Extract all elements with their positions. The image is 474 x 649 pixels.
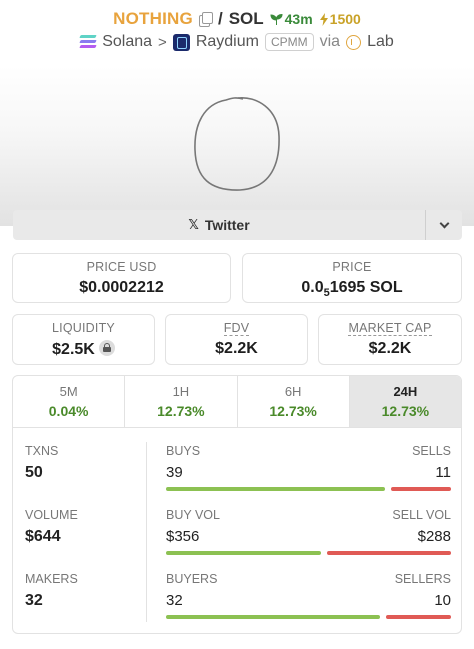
twitter-button[interactable]: 𝕏 Twitter — [13, 210, 425, 240]
makers-value: 32 — [25, 592, 43, 609]
age-value: 43m — [284, 11, 313, 27]
pool-type-chip: CPMM — [264, 33, 314, 51]
lightning-icon — [319, 12, 328, 26]
buy-bar — [166, 487, 386, 491]
launchpad-link[interactable]: Lab — [367, 33, 394, 51]
tab-1h[interactable]: 1H 12.73% — [125, 376, 238, 427]
stats-panel: 5M 0.04% 1H 12.73% 6H 12.73% 24H 12.73% … — [12, 375, 462, 634]
pair-header: NOTHING / SOL 43m 1500 Solana > Raydium … — [0, 0, 474, 66]
solana-icon — [79, 35, 97, 49]
buyers-sellers-bar — [166, 615, 451, 619]
buy-sell-ratio-bar — [166, 487, 451, 491]
timeframe-tabs: 5M 0.04% 1H 12.73% 6H 12.73% 24H 12.73% — [13, 376, 461, 428]
twitter-label: Twitter — [204, 217, 250, 233]
lab-icon — [346, 34, 362, 50]
sprout-icon — [270, 13, 283, 25]
price-usd-label: PRICE USD — [86, 260, 157, 274]
liquidity-card: LIQUIDITY $2.5K — [12, 314, 155, 365]
sellers-value: 10 — [434, 592, 451, 609]
buy-bar — [166, 615, 381, 619]
market-cap-card: MARKET CAP $2.2K — [318, 314, 462, 365]
volume-value: $644 — [25, 528, 61, 545]
price-native-prefix: 0.0 — [301, 279, 324, 296]
tab-change: 12.73% — [157, 403, 205, 419]
boost-badge[interactable]: 1500 — [319, 11, 361, 27]
buyers-label: BUYERS — [166, 572, 218, 586]
via-label: via — [319, 33, 341, 50]
volume-label: VOLUME — [25, 508, 78, 522]
sell-vol-label: SELL VOL — [392, 508, 451, 522]
price-native-card: PRICE 0.051695 SOL — [242, 253, 462, 303]
quote-symbol: SOL — [228, 9, 264, 28]
social-bar: 𝕏 Twitter — [13, 210, 462, 240]
volume-row: VOLUME $644 BUY VOL SELL VOL $356 $288 — [13, 508, 461, 568]
token-banner — [0, 66, 474, 226]
liquidity-value-row: $2.5K — [13, 340, 154, 359]
chain-link[interactable]: Solana — [102, 33, 152, 51]
lock-icon[interactable] — [98, 340, 115, 356]
tab-change: 12.73% — [269, 403, 317, 419]
pair-age: 43m — [270, 11, 313, 27]
buy-bar — [166, 551, 321, 555]
pair-path: Solana > Raydium CPMM via Lab — [0, 33, 474, 51]
sellers-label: SELLERS — [394, 572, 451, 586]
txns-label: TXNS — [25, 444, 59, 458]
tab-label: 24H — [393, 384, 418, 399]
pair-separator: / — [217, 9, 223, 28]
sells-value: 11 — [435, 464, 451, 481]
price-usd-value: $0.0002212 — [79, 279, 164, 296]
token-header-image — [194, 97, 280, 191]
sell-bar — [391, 487, 451, 491]
buy-sell-volume-bar — [166, 551, 451, 555]
buys-value: 39 — [166, 464, 183, 481]
raydium-icon — [172, 33, 190, 51]
chevron-right-icon: > — [158, 33, 167, 51]
sell-bar — [326, 551, 451, 555]
liquidity-label: LIQUIDITY — [52, 321, 115, 335]
copy-icon[interactable] — [198, 12, 213, 27]
fdv-value: $2.2K — [215, 340, 258, 357]
price-native-zero-count: 5 — [323, 287, 330, 299]
chevron-down-icon — [439, 218, 449, 228]
buys-label: BUYS — [166, 444, 201, 458]
price-native-label: PRICE — [332, 260, 372, 274]
x-logo-icon: 𝕏 — [188, 217, 199, 232]
price-native-rest: 1695 SOL — [329, 279, 403, 296]
txns-value: 50 — [25, 464, 43, 481]
tab-24h[interactable]: 24H 12.73% — [349, 376, 461, 427]
dex-link[interactable]: Raydium — [196, 33, 259, 51]
sell-vol-value: $288 — [417, 528, 451, 545]
sell-bar — [386, 615, 451, 619]
makers-row: MAKERS 32 BUYERS SELLERS 32 10 — [13, 572, 461, 632]
tab-change: 0.04% — [48, 403, 89, 419]
pair-title: NOTHING / SOL 43m 1500 — [0, 9, 474, 29]
boost-value: 1500 — [329, 11, 361, 27]
tab-change: 12.73% — [381, 403, 430, 419]
tab-label: 5M — [59, 384, 78, 399]
makers-label: MAKERS — [25, 572, 78, 586]
buy-vol-value: $356 — [166, 528, 200, 545]
tab-label: 1H — [172, 384, 190, 399]
price-usd-card: PRICE USD $0.0002212 — [12, 253, 231, 303]
token-symbol: NOTHING — [113, 9, 193, 28]
tab-5m[interactable]: 5M 0.04% — [13, 376, 126, 427]
liquidity-value: $2.5K — [52, 341, 95, 358]
price-native-value: 0.051695 SOL — [243, 279, 461, 299]
fdv-label[interactable]: FDV — [223, 321, 250, 336]
sells-label: SELLS — [412, 444, 451, 458]
txns-row: TXNS 50 BUYS SELLS 39 11 — [13, 444, 461, 504]
market-cap-label[interactable]: MARKET CAP — [348, 321, 432, 336]
buy-vol-label: BUY VOL — [166, 508, 220, 522]
fdv-card: FDV $2.2K — [165, 314, 308, 365]
tab-label: 6H — [284, 384, 302, 399]
socials-dropdown-button[interactable] — [426, 210, 462, 240]
tab-6h[interactable]: 6H 12.73% — [238, 376, 350, 427]
market-cap-value: $2.2K — [368, 340, 412, 357]
buyers-value: 32 — [166, 592, 183, 609]
